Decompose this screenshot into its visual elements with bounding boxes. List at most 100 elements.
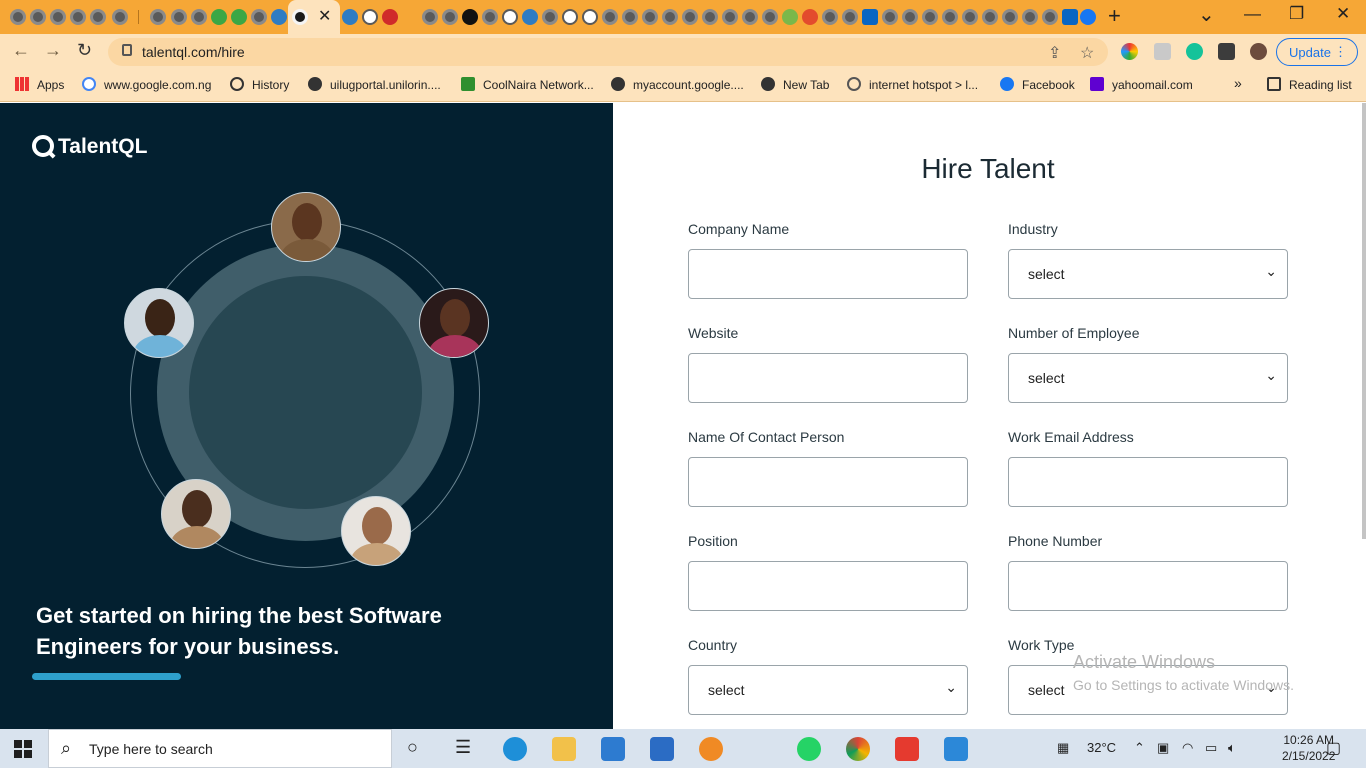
tab-favicon-icon[interactable] <box>542 9 558 25</box>
new-tab-button[interactable]: + <box>1108 3 1121 29</box>
volume-icon[interactable]: 🔈︎ <box>1228 740 1236 756</box>
bookmark-myaccount[interactable]: myaccount.google.... <box>611 77 744 92</box>
bookmark-star-icon[interactable]: ☆ <box>1080 43 1094 63</box>
file-explorer-icon[interactable] <box>552 737 576 761</box>
tab-favicon-icon[interactable] <box>802 9 818 25</box>
whatsapp-icon[interactable] <box>797 737 821 761</box>
tab-favicon-icon[interactable] <box>922 9 938 25</box>
tray-chevron-up-icon[interactable]: ⌃ <box>1134 740 1145 756</box>
bookmark-yahoomail[interactable]: yahoomail.com <box>1090 77 1193 92</box>
phone-input[interactable] <box>1008 561 1288 611</box>
tab-favicon-icon[interactable] <box>742 9 758 25</box>
address-bar[interactable]: talentql.com/hire ⇪ ☆ <box>108 38 1108 66</box>
mail-icon[interactable] <box>650 737 674 761</box>
tab-favicon-icon[interactable] <box>191 9 207 25</box>
position-input[interactable] <box>688 561 968 611</box>
reload-icon[interactable]: ↻ <box>77 40 92 61</box>
restore-button[interactable]: ❐ <box>1289 4 1304 24</box>
page-scrollbar[interactable] <box>1362 103 1366 539</box>
extension-shield-icon[interactable] <box>1154 43 1171 60</box>
tab-search-button[interactable]: ⌄ <box>1198 2 1215 27</box>
bookmark-facebook[interactable]: Facebook <box>1000 77 1075 92</box>
tab-favicon-icon[interactable] <box>50 9 66 25</box>
wifi-icon[interactable]: ◠ <box>1182 740 1193 756</box>
tab-close-button[interactable]: ✕ <box>318 6 331 26</box>
linkedin-icon[interactable] <box>1062 9 1078 25</box>
google-icon[interactable] <box>502 9 518 25</box>
tab-favicon-icon[interactable] <box>882 9 898 25</box>
windows-start-icon[interactable] <box>14 740 32 758</box>
battery-icon[interactable]: ▭ <box>1205 740 1217 756</box>
upwork-icon[interactable] <box>231 9 247 25</box>
github-icon[interactable] <box>150 9 166 25</box>
bookmark-internet-hotspot[interactable]: internet hotspot > l... <box>847 77 978 92</box>
meet-now-icon[interactable]: ▣ <box>1157 740 1169 756</box>
tab-favicon-icon[interactable] <box>702 9 718 25</box>
tab-favicon-icon[interactable] <box>1022 9 1038 25</box>
extensions-puzzle-icon[interactable] <box>1218 43 1235 60</box>
tab-favicon-icon[interactable] <box>942 9 958 25</box>
facebook-icon[interactable] <box>1080 9 1096 25</box>
bookmarks-overflow-button[interactable]: » <box>1234 75 1242 91</box>
tab-favicon-icon[interactable] <box>462 9 478 25</box>
tab-favicon-icon[interactable] <box>382 9 398 25</box>
tab-favicon-icon[interactable] <box>622 9 638 25</box>
tab-favicon-icon[interactable] <box>842 9 858 25</box>
extension-color-icon[interactable] <box>1121 43 1138 60</box>
bookmark-google[interactable]: www.google.com.ng <box>82 77 211 92</box>
tab-favicon-icon[interactable] <box>602 9 618 25</box>
tab-favicon-icon[interactable] <box>522 9 538 25</box>
active-tab[interactable]: ✕ <box>288 0 340 34</box>
tab-favicon-icon[interactable] <box>342 9 358 25</box>
tab-favicon-icon[interactable] <box>171 9 187 25</box>
url-text[interactable]: talentql.com/hire <box>142 44 245 60</box>
tab-favicon-icon[interactable] <box>662 9 678 25</box>
country-select[interactable]: select ⌄ <box>688 665 968 715</box>
tab-favicon-icon[interactable] <box>10 9 26 25</box>
upwork-icon[interactable] <box>211 9 227 25</box>
tab-favicon-icon[interactable] <box>822 9 838 25</box>
menu-dots-icon[interactable]: ⋮ <box>1334 44 1347 60</box>
minimize-button[interactable]: — <box>1244 4 1261 24</box>
tab-favicon-icon[interactable] <box>422 9 438 25</box>
forward-arrow-icon[interactable]: → <box>44 40 62 61</box>
tab-favicon-icon[interactable] <box>30 9 46 25</box>
cortana-icon[interactable]: ○ <box>407 737 418 758</box>
website-input[interactable] <box>688 353 968 403</box>
share-icon[interactable]: ⇪ <box>1048 43 1061 63</box>
tab-favicon-icon[interactable] <box>982 9 998 25</box>
industry-select[interactable]: select ⌄ <box>1008 249 1288 299</box>
vscode-icon[interactable] <box>944 737 968 761</box>
tab-favicon-icon[interactable] <box>70 9 86 25</box>
tab-favicon-icon[interactable] <box>112 9 128 25</box>
tab-favicon-icon[interactable] <box>902 9 918 25</box>
profile-avatar[interactable] <box>1250 43 1267 60</box>
bookmark-apps[interactable]: Apps <box>15 77 64 92</box>
google-icon[interactable] <box>582 9 598 25</box>
contact-person-input[interactable] <box>688 457 968 507</box>
temperature-readout[interactable]: 32°C <box>1087 740 1116 755</box>
notifications-icon[interactable]: ▢ <box>1326 738 1341 758</box>
bookmark-history[interactable]: History <box>230 77 289 92</box>
tab-favicon-icon[interactable] <box>271 9 287 25</box>
taskbar-search[interactable]: ⌕ Type here to search <box>48 729 392 768</box>
talentql-logo[interactable]: TalentQL <box>32 135 147 159</box>
tab-favicon-icon[interactable] <box>90 9 106 25</box>
tab-favicon-icon[interactable] <box>762 9 778 25</box>
tab-favicon-icon[interactable] <box>1042 9 1058 25</box>
company-name-input[interactable] <box>688 249 968 299</box>
back-arrow-icon[interactable]: ← <box>12 40 30 61</box>
grammarly-icon[interactable] <box>1186 43 1203 60</box>
chrome-icon[interactable] <box>846 737 870 761</box>
employees-select[interactable]: select ⌄ <box>1008 353 1288 403</box>
tab-favicon-icon[interactable] <box>251 9 267 25</box>
tab-favicon-icon[interactable] <box>962 9 978 25</box>
reading-list-button[interactable]: Reading list <box>1267 77 1352 92</box>
google-icon[interactable] <box>362 9 378 25</box>
tab-favicon-icon[interactable] <box>782 9 798 25</box>
google-icon[interactable] <box>562 9 578 25</box>
work-email-input[interactable] <box>1008 457 1288 507</box>
task-view-icon[interactable]: ☰ <box>455 737 471 758</box>
linkedin-icon[interactable] <box>862 9 878 25</box>
bookmark-uilugportal[interactable]: uilugportal.unilorin.... <box>308 77 441 92</box>
